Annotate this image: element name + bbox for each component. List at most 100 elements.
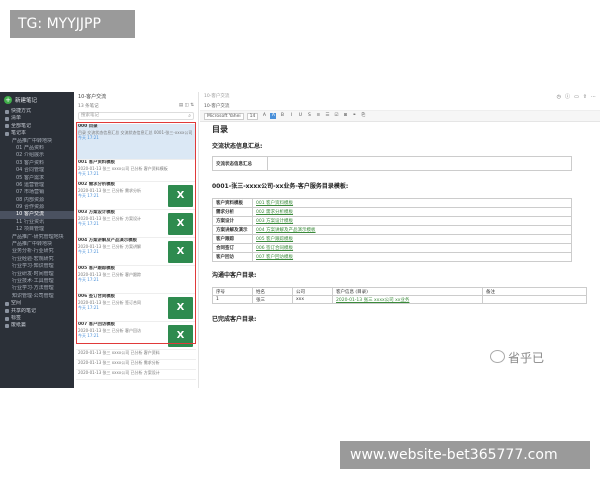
sidebar-item[interactable]: 快捷方式 — [0, 108, 74, 115]
sidebar-item[interactable]: 标签 — [0, 315, 74, 322]
row-key: 方案设计 — [212, 216, 253, 226]
sidebar-item[interactable]: 知识管理·公司管理 — [0, 293, 74, 300]
sidebar-item[interactable]: 01 产品资料 — [0, 145, 74, 152]
view-options-icon[interactable]: ▤ ◫ ⇅ — [179, 103, 194, 112]
app-window: + 新建笔记 快捷方式 清单 全部笔记 笔记本 产品推广中转地块 01 产品资料 02 介绍… — [0, 92, 600, 388]
table-row: 客户资料模板 001 客户资料模板 — [212, 198, 572, 208]
search-input[interactable]: 搜索笔记 ⌕ — [78, 112, 194, 120]
notebook-title[interactable]: 10-客户交流 — [74, 92, 198, 103]
sidebar-item[interactable]: 行业经验·宏观研究 — [0, 256, 74, 263]
share-icon[interactable]: ⇪ — [583, 92, 587, 102]
sidebar-item[interactable]: 全部笔记 — [0, 123, 74, 130]
table-cell[interactable]: 2020-01-13 张三 xxxx公司 xx业务 — [332, 295, 483, 304]
sidebar-item[interactable]: 06 运营管理 — [0, 182, 74, 189]
link-icon[interactable]: ⚭ — [351, 113, 357, 119]
sidebar-item[interactable]: 产品推广中转地块 — [0, 241, 74, 248]
row-key: 客户回访 — [212, 252, 253, 262]
table-row: 需求分析 002 需求分析模板 — [212, 207, 572, 217]
present-icon[interactable]: ▭ — [574, 92, 579, 102]
sidebar-item[interactable]: 12 项目管理 — [0, 226, 74, 233]
status-empty — [267, 156, 572, 171]
column-header: 备注 — [482, 287, 587, 296]
row-link[interactable]: 004 方案讲解及产品演示模板 — [252, 225, 572, 235]
info-icon[interactable]: ⓘ — [565, 92, 570, 102]
sidebar-item[interactable]: 05 客户需求 — [0, 175, 74, 182]
sidebar-item-label: 产品推广中转地块 — [12, 137, 53, 144]
sidebar-item-label: 清单 — [11, 115, 22, 122]
row-key: 需求分析 — [212, 207, 253, 217]
list-item[interactable]: 2020-01-13 张三 xxxx公司 已分析 方案设计 — [76, 370, 196, 380]
sidebar-item[interactable]: 清单 — [0, 115, 74, 122]
row-link[interactable]: 002 需求分析模板 — [252, 207, 572, 217]
sidebar-item-icon — [5, 109, 9, 114]
template-table: 客户资料模板 001 客户资料模板 需求分析 002 需求分析模板 方案设计 003 方案… — [212, 198, 572, 262]
highlight-icon[interactable]: A — [270, 113, 277, 119]
row-link[interactable]: 007 客户回访模板 — [252, 252, 572, 262]
sidebar-item-label: 11 行业资讯 — [16, 218, 44, 225]
reminder-icon[interactable]: ◷ — [557, 92, 561, 102]
sidebar-item[interactable]: 笔记本 — [0, 130, 74, 137]
wechat-icon — [490, 350, 505, 363]
sidebar-item[interactable]: 09 合作资源 — [0, 204, 74, 211]
row-link[interactable]: 001 客户资料模板 — [252, 198, 572, 208]
sidebar-item[interactable]: 废纸篓 — [0, 322, 74, 329]
sidebar-item-label: 标签 — [11, 314, 22, 321]
row-link[interactable]: 003 方案设计模板 — [252, 216, 572, 226]
italic-icon[interactable]: I — [288, 113, 294, 119]
sidebar-item[interactable]: 03 客户资料 — [0, 160, 74, 167]
table-row: 客户跟踪 005 客户跟踪模板 — [212, 234, 572, 244]
sidebar-item[interactable]: 空间 — [0, 300, 74, 307]
sidebar-item[interactable]: 行业学习·知识管理 — [0, 263, 74, 270]
sidebar-item-label: 08 内部资源 — [16, 196, 44, 203]
sidebar-item[interactable]: 11 行业资讯 — [0, 219, 74, 226]
sidebar-item-label: 02 介绍展示 — [16, 152, 44, 159]
list-item[interactable]: 2020-01-13 张三 xxxx公司 已分析 需求分析 — [76, 360, 196, 370]
sidebar-item[interactable]: 10 客户交流 — [0, 211, 74, 219]
section-done: 已完成客户目录: — [212, 316, 257, 323]
tab-notebook[interactable]: 10-客户交流 — [204, 104, 229, 109]
sidebar-item[interactable]: 08 内部资源 — [0, 197, 74, 204]
column-header: 序号 — [212, 287, 253, 296]
sidebar-item[interactable]: 行业研发·时间管理 — [0, 271, 74, 278]
sidebar-item[interactable]: 04 合同管理 — [0, 167, 74, 174]
table-icon[interactable]: ⊞ — [342, 113, 348, 119]
table-row: 方案讲解及演示 004 方案讲解及产品演示模板 — [212, 225, 572, 235]
sidebar-item-label: 产品推广·研究管理地块 — [12, 233, 64, 240]
row-link[interactable]: 006 签订合同模板 — [252, 243, 572, 253]
sidebar-item[interactable]: 产品推广中转地块 — [0, 138, 74, 145]
sidebar-item-label: 行业技术·工具管理 — [12, 277, 54, 284]
sidebar-item-label: 行业学习·方法管理 — [12, 285, 54, 292]
sidebar-item-label: 笔记本 — [11, 130, 27, 137]
checkbox-icon[interactable]: ☑ — [333, 113, 339, 119]
list-item[interactable]: 2020-01-13 张三 xxxx公司 已分析 客户资料 — [76, 350, 196, 360]
sidebar-item[interactable]: 07 市场营销 — [0, 189, 74, 196]
customer-table: 序号 姓名 公司 客户信息 (目录) 备注 1 张三 xxx 2020-01-13 张三 xx… — [212, 287, 587, 304]
numbered-list-icon[interactable]: ☰ — [324, 113, 330, 119]
list-icon[interactable]: ≡ — [315, 113, 321, 119]
strike-icon[interactable]: S — [306, 113, 312, 119]
more-icon[interactable]: ⋯ — [591, 92, 596, 102]
underline-icon[interactable]: U — [297, 113, 303, 119]
table-row: 客户回访 007 客户回访模板 — [212, 252, 572, 262]
watermark-tag: TG: MYYJJPP — [10, 10, 135, 38]
sidebar-item[interactable]: 产品推广·研究管理地块 — [0, 234, 74, 241]
status-table: 交流状态信息汇总 — [212, 156, 572, 171]
attach-icon[interactable]: ⎘ — [360, 113, 366, 119]
row-link[interactable]: 005 客户跟踪模板 — [252, 234, 572, 244]
document-body[interactable]: 目录 交流状态信息汇总: 交流状态信息汇总 0001-张三-xxxx公司-xx业… — [212, 125, 592, 323]
sidebar-item[interactable]: 02 介绍展示 — [0, 152, 74, 159]
color-icon[interactable]: A — [261, 113, 267, 119]
bold-icon[interactable]: B — [279, 113, 285, 119]
font-select[interactable]: Microsoft Yahei — [204, 112, 244, 120]
breadcrumb[interactable]: 10-客户交流 — [204, 94, 229, 99]
sidebar-item[interactable]: 共享的笔记 — [0, 308, 74, 315]
sidebar-item[interactable]: 行业学习·方法管理 — [0, 285, 74, 292]
section-ongoing: 沟通中客户目录: — [212, 272, 257, 279]
size-select[interactable]: 14 — [246, 112, 259, 120]
table-row: 方案设计 003 方案设计模板 — [212, 216, 572, 226]
sidebar-item[interactable]: 业务分析·行业研究 — [0, 248, 74, 255]
new-note-button[interactable]: + 新建笔记 — [0, 92, 74, 108]
editor-tabs: 10-客户交流 — [200, 102, 600, 111]
sidebar-item[interactable]: 行业技术·工具管理 — [0, 278, 74, 285]
note-snippet: 2020-01-13 张三 xxxx公司 已分析 方案设计 — [78, 370, 160, 375]
